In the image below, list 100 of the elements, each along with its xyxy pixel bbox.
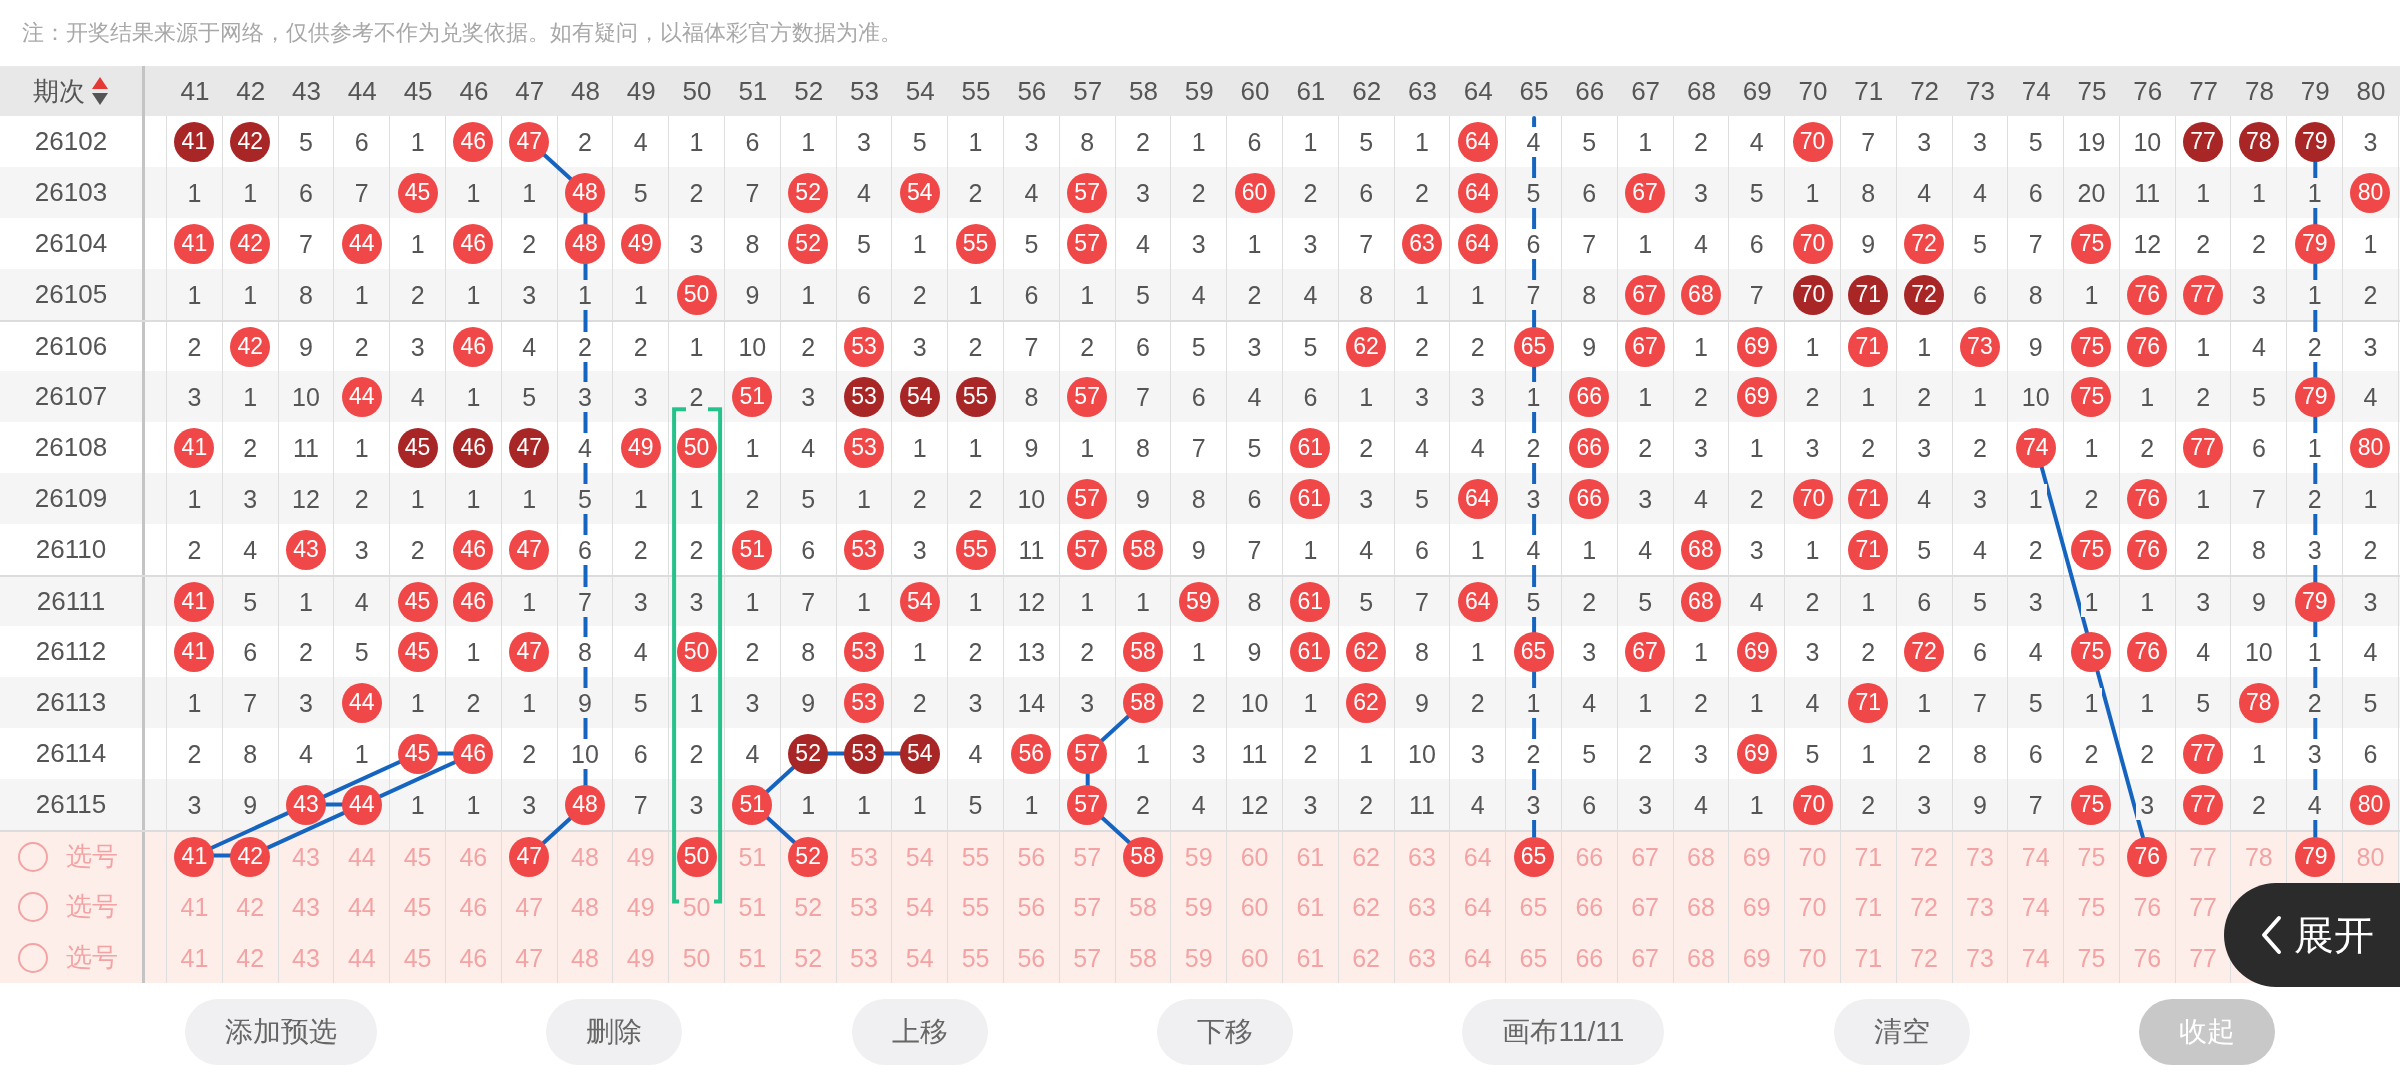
- number-ball: 77: [2183, 274, 2224, 315]
- number-ball: 41: [174, 581, 215, 622]
- column-header: 60: [1240, 75, 1270, 107]
- number-ball: 56: [1011, 733, 1052, 774]
- number-ball: 51: [732, 376, 773, 417]
- column-header: 期次: [33, 74, 85, 108]
- number-ball: 45: [397, 427, 438, 468]
- column-header: 75: [2077, 75, 2107, 107]
- number-ball: 43: [286, 529, 326, 570]
- radio-button[interactable]: [18, 841, 48, 872]
- number-ball: 64: [1457, 172, 1498, 213]
- column-header: 66: [1575, 75, 1605, 107]
- number-ball: 52: [788, 172, 829, 213]
- number-ball: 69: [1736, 733, 1777, 774]
- number-ball: 53: [843, 427, 884, 468]
- number-ball: 41: [174, 223, 215, 264]
- number-ball: 79: [2294, 223, 2335, 264]
- number-ball: 42: [230, 121, 271, 162]
- number-ball: 58: [1122, 529, 1163, 570]
- number-ball[interactable]: 79: [2294, 836, 2335, 877]
- number-ball: 73: [1959, 326, 2000, 367]
- number-ball[interactable]: 65: [1513, 836, 1554, 877]
- number-ball: 45: [397, 172, 438, 213]
- number-ball[interactable]: 76: [2127, 836, 2168, 877]
- issue-number: 26114: [35, 738, 107, 769]
- number-ball: 49: [620, 427, 661, 468]
- issue-number: 26113: [35, 687, 107, 718]
- number-ball: 61: [1290, 427, 1331, 468]
- sort-icon[interactable]: [91, 76, 109, 106]
- radio-button[interactable]: [18, 942, 48, 973]
- column-header: 55: [961, 75, 991, 107]
- toolbar-button[interactable]: 下移: [1157, 998, 1294, 1065]
- number-ball: 53: [843, 631, 884, 672]
- number-ball: 57: [1067, 172, 1108, 213]
- number-ball: 46: [453, 733, 494, 774]
- column-header: 79: [2300, 75, 2330, 107]
- number-ball: 69: [1736, 326, 1777, 367]
- column-header: 57: [1073, 75, 1103, 107]
- number-ball: 61: [1290, 581, 1331, 622]
- pick-label: 选号: [66, 840, 118, 873]
- number-ball: 79: [2294, 121, 2335, 162]
- number-ball: 79: [2294, 581, 2335, 622]
- number-ball: 48: [564, 223, 605, 264]
- number-ball: 72: [1904, 631, 1945, 672]
- number-ball: 57: [1067, 478, 1108, 519]
- column-header: 44: [347, 75, 377, 107]
- number-ball: 77: [2183, 784, 2224, 825]
- column-header: 62: [1352, 75, 1382, 107]
- number-ball: 74: [2015, 427, 2056, 468]
- number-ball: 42: [230, 223, 271, 264]
- expand-button[interactable]: 展开: [2224, 883, 2400, 987]
- number-ball: 64: [1457, 478, 1498, 519]
- column-header: 46: [459, 75, 489, 107]
- toolbar-button[interactable]: 添加预选: [184, 998, 377, 1065]
- toolbar-button[interactable]: 画布11/11: [1462, 998, 1665, 1065]
- number-ball: 48: [564, 172, 605, 213]
- column-header: 41: [180, 75, 210, 107]
- toolbar-button[interactable]: 上移: [851, 998, 988, 1065]
- number-ball[interactable]: 42: [230, 836, 271, 877]
- number-ball: 78: [2238, 121, 2279, 162]
- chevron-left-icon: [2260, 915, 2282, 955]
- column-header: 47: [515, 75, 545, 107]
- issue-number: 26105: [34, 279, 108, 310]
- number-ball: 55: [955, 529, 996, 570]
- number-ball: 46: [453, 326, 494, 367]
- toolbar-button[interactable]: 清空: [1833, 998, 1970, 1065]
- issue-number: 26112: [35, 636, 107, 667]
- number-ball: 65: [1513, 631, 1554, 672]
- column-header: 50: [682, 75, 712, 107]
- number-ball: 71: [1848, 478, 1889, 519]
- number-ball: 53: [843, 682, 884, 723]
- issue-number: 26109: [34, 483, 108, 514]
- column-header: 52: [794, 75, 824, 107]
- number-ball: 55: [955, 376, 996, 417]
- number-ball: 69: [1736, 631, 1777, 672]
- radio-button[interactable]: [18, 891, 48, 922]
- number-ball[interactable]: 47: [509, 836, 550, 877]
- number-ball: 68: [1680, 274, 1721, 315]
- number-ball[interactable]: 50: [676, 836, 717, 877]
- issue-number: 26115: [35, 789, 107, 820]
- number-ball: 70: [1792, 478, 1833, 519]
- column-header: 74: [2021, 75, 2051, 107]
- number-ball[interactable]: 58: [1122, 836, 1163, 877]
- number-ball: 58: [1122, 631, 1163, 672]
- number-ball: 46: [453, 529, 494, 570]
- toolbar-button[interactable]: 删除: [546, 998, 683, 1065]
- number-ball: 44: [341, 682, 382, 723]
- issue-number: 26110: [35, 534, 107, 565]
- number-ball: 46: [453, 223, 494, 264]
- column-header: 68: [1686, 75, 1716, 107]
- number-ball: 53: [843, 376, 884, 417]
- column-header: 49: [626, 75, 656, 107]
- number-ball: 45: [397, 581, 438, 622]
- number-ball: 75: [2071, 784, 2112, 825]
- number-ball[interactable]: 41: [174, 836, 215, 877]
- number-ball: 64: [1457, 581, 1498, 622]
- number-ball: 68: [1680, 529, 1721, 570]
- number-ball: 75: [2071, 223, 2112, 264]
- column-header: 54: [905, 75, 935, 107]
- number-ball: 75: [2071, 529, 2112, 570]
